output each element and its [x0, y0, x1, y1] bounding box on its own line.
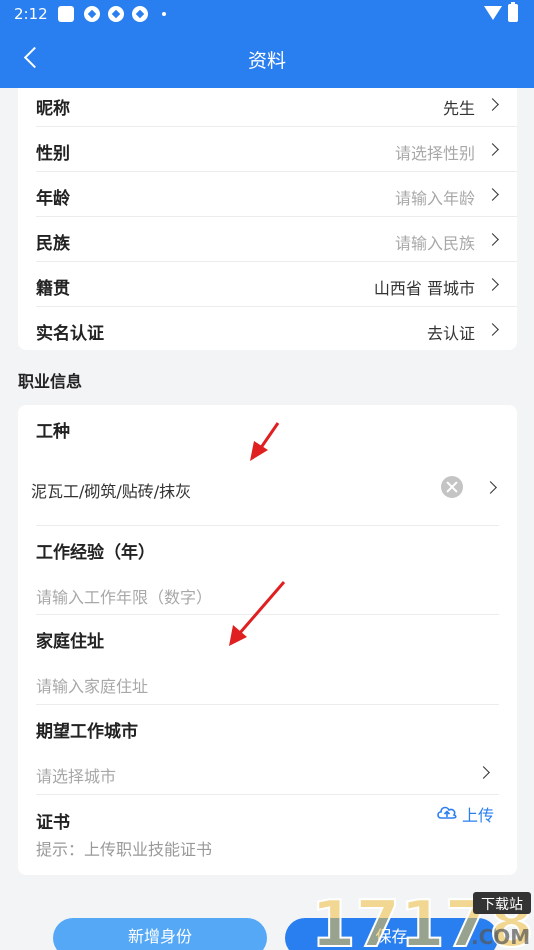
chevron-right-icon	[486, 233, 499, 246]
certificate-label: 证书	[36, 813, 70, 833]
experience-label: 工作经验（年）	[36, 543, 155, 563]
chevron-right-icon	[486, 188, 499, 201]
cloud-upload-icon	[437, 806, 457, 819]
status-bar: 2:12	[0, 0, 534, 28]
add-identity-button[interactable]: 新增身份	[53, 918, 267, 950]
gender-label: 性别	[36, 144, 70, 164]
certificate-hint: 提示：上传职业技能证书	[36, 840, 213, 859]
clear-icon[interactable]	[441, 476, 463, 498]
native-place-label: 籍贯	[36, 279, 70, 299]
age-row[interactable]: 年龄 请输入年龄	[36, 172, 517, 217]
native-place-value: 山西省 晋城市	[373, 279, 475, 298]
save-button[interactable]: 保存	[285, 918, 498, 950]
watermark-tag: 下载站	[481, 897, 523, 913]
ethnicity-row[interactable]: 民族 请输入民族	[36, 217, 517, 262]
ethnicity-value: 请输入民族	[394, 234, 475, 253]
age-value: 请输入年龄	[394, 189, 475, 208]
chevron-right-icon	[486, 323, 499, 336]
upload-label: 上传	[462, 806, 495, 825]
basic-info-card: 昵称 先生 性别 请选择性别 年龄 请输入年龄 民族 请输入民族 籍贯 山西省 …	[18, 88, 517, 350]
section-title-career: 职业信息	[18, 372, 83, 391]
city-select[interactable]: 请选择城市	[36, 763, 116, 787]
page-title: 资料	[247, 50, 286, 72]
notification-icon	[132, 6, 148, 22]
divider	[36, 525, 499, 526]
gender-row[interactable]: 性别 请选择性别	[36, 127, 517, 172]
age-label: 年龄	[36, 189, 70, 209]
chevron-right-icon	[486, 98, 499, 111]
experience-input[interactable]: 请输入工作年限（数字）	[36, 584, 212, 608]
chevron-right-icon[interactable]	[477, 766, 490, 779]
address-label: 家庭住址	[36, 632, 104, 652]
battery-icon	[508, 2, 518, 22]
ethnicity-label: 民族	[36, 234, 70, 254]
job-type-label: 工种	[36, 422, 70, 442]
nickname-value: 先生	[442, 99, 475, 118]
chevron-right-icon	[486, 143, 499, 156]
job-type-value[interactable]: 泥瓦工/砌筑/贴砖/抹灰	[31, 478, 191, 502]
real-name-auth-row[interactable]: 实名认证 去认证	[36, 307, 517, 352]
more-notifications-icon	[162, 12, 166, 16]
real-name-auth-value: 去认证	[426, 324, 475, 343]
notification-app-icon	[58, 6, 74, 22]
nickname-row[interactable]: 昵称 先生	[36, 82, 517, 127]
address-input[interactable]: 请输入家庭住址	[36, 673, 148, 697]
notification-icon	[108, 6, 124, 22]
status-time: 2:12	[14, 5, 48, 23]
divider	[36, 614, 499, 615]
wifi-icon	[484, 6, 502, 20]
city-label: 期望工作城市	[36, 722, 138, 742]
divider	[36, 794, 499, 795]
notification-icon	[84, 6, 100, 22]
real-name-auth-label: 实名认证	[36, 324, 104, 344]
gender-value: 请选择性别	[394, 144, 475, 163]
nickname-label: 昵称	[36, 99, 70, 119]
divider	[36, 704, 499, 705]
native-place-row[interactable]: 籍贯 山西省 晋城市	[36, 262, 517, 307]
chevron-right-icon	[486, 278, 499, 291]
top-nav-bar: 资料	[0, 28, 534, 88]
